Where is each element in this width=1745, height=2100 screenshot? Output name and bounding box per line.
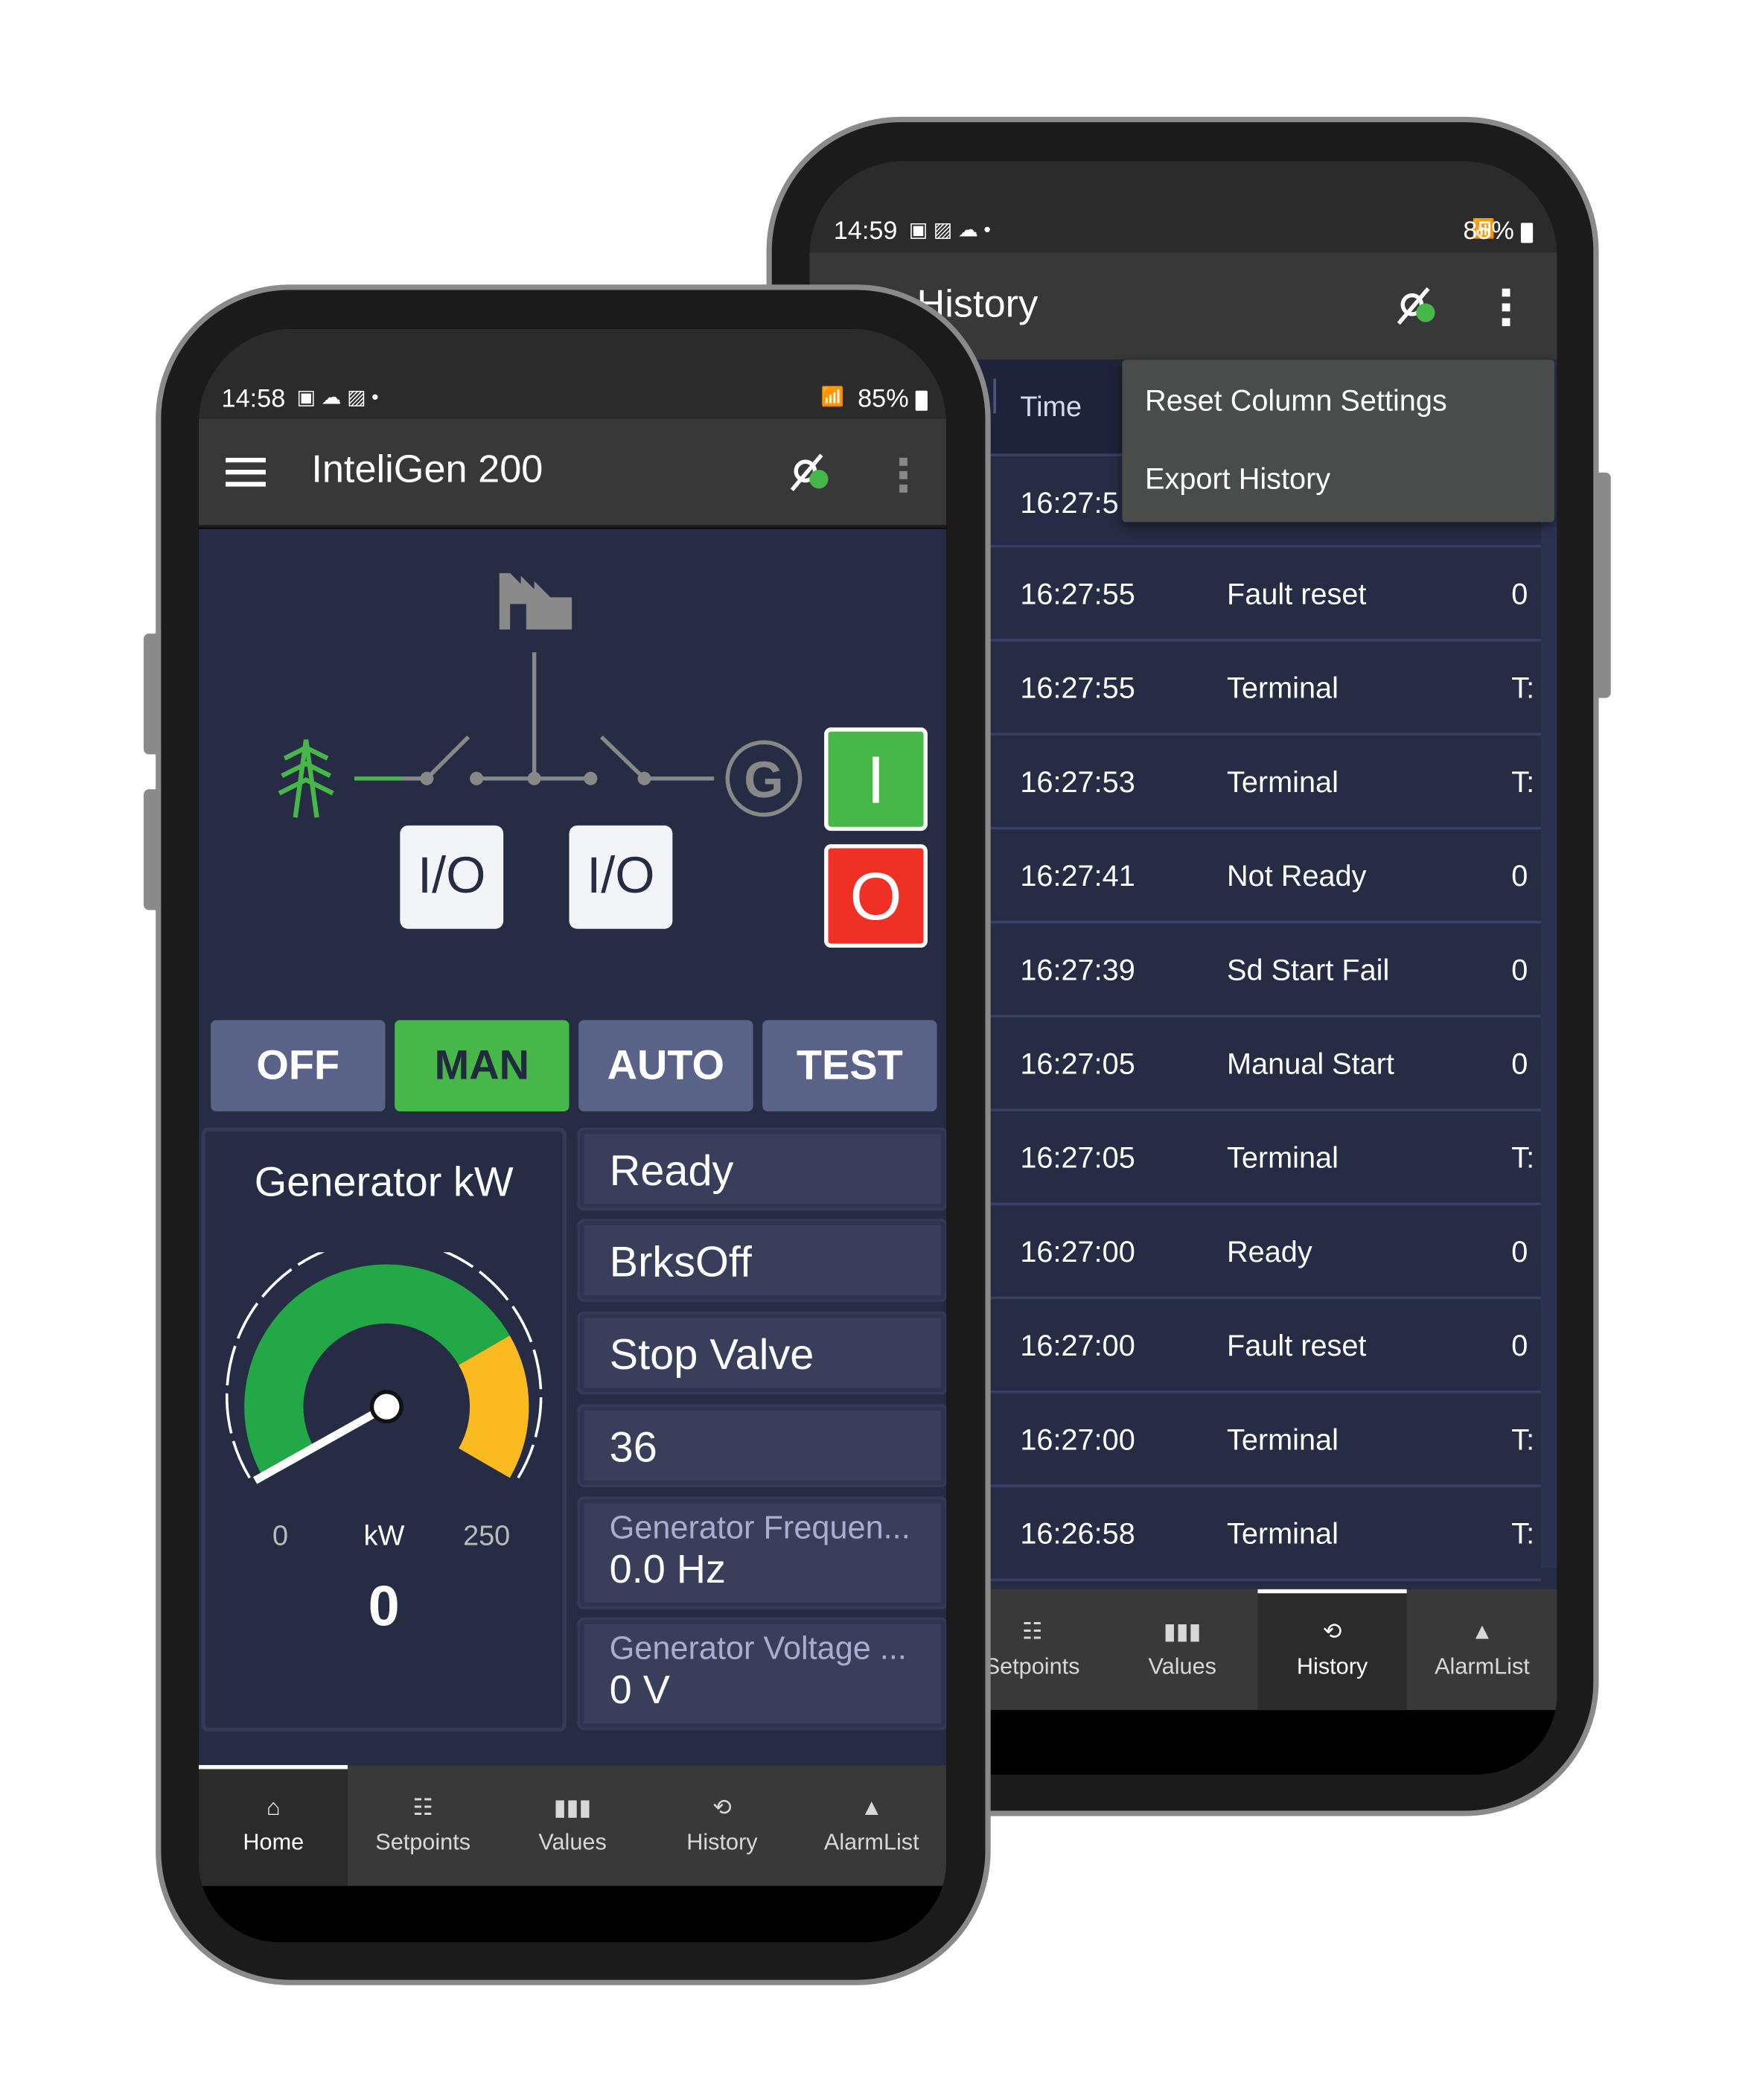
menu-item-reset-columns[interactable]: Reset Column Settings [1145, 384, 1447, 419]
values-icon: ▮▮▮ [553, 1794, 592, 1821]
tab-alarmlist[interactable]: ▲ AlarmList [1407, 1589, 1557, 1710]
cell-time: 16:27:05 [1020, 1140, 1135, 1175]
status-bar: 14:59 ▣ ▨ ☁ • 📶 85% [809, 161, 1557, 252]
cell-time: 16:27:00 [1020, 1234, 1135, 1268]
menu-item-export-history[interactable]: Export History [1145, 462, 1330, 497]
setpoints-icon: ☷ [412, 1794, 433, 1821]
tab-values[interactable]: ▮▮▮ Values [498, 1765, 648, 1886]
connection-status-icon[interactable] [1394, 286, 1439, 326]
cell-value: 0 [1511, 577, 1528, 611]
cell-time: 16:26:58 [1020, 1516, 1135, 1551]
gauge-min: 0 [272, 1520, 289, 1552]
cell-value: 0 [1511, 1047, 1528, 1081]
cell-time: 16:27:39 [1020, 953, 1135, 987]
cell-value: 0 [1511, 1234, 1528, 1268]
value-card-voltage: Generator Voltage ... 0 V [579, 1620, 945, 1728]
tab-setpoints[interactable]: ☷ Setpoints [348, 1765, 498, 1886]
mode-test-button[interactable]: TEST [762, 1020, 937, 1111]
tab-alarmlist[interactable]: ▲ AlarmList [797, 1765, 946, 1886]
kw-gauge [225, 1252, 543, 1484]
cell-event: Terminal [1227, 765, 1339, 799]
cell-time: 16:27:5 [1020, 485, 1119, 520]
tab-history[interactable]: ⟲ History [647, 1765, 797, 1886]
mode-auto-button[interactable]: AUTO [578, 1020, 753, 1111]
status-card-breakers: BrksOff [579, 1221, 945, 1300]
cell-time: 16:27:05 [1020, 1047, 1135, 1081]
status-card-ready: Ready [579, 1130, 945, 1208]
column-header-time[interactable]: Time [1020, 392, 1082, 424]
cell-time: 16:27:00 [1020, 1423, 1135, 1457]
mode-man-button[interactable]: MAN [395, 1020, 570, 1111]
cell-event: Not Ready [1227, 858, 1367, 893]
cell-value: T: [1511, 1516, 1535, 1551]
more-options-icon[interactable] [1496, 287, 1515, 328]
cell-event: Terminal [1227, 671, 1339, 705]
history-icon: ⟲ [1322, 1618, 1342, 1644]
cell-event: Fault reset [1227, 1329, 1367, 1363]
cell-time: 16:27:41 [1020, 858, 1135, 893]
cell-value: T: [1511, 1140, 1535, 1175]
cell-value: T: [1511, 1423, 1535, 1457]
setpoints-icon: ☷ [1021, 1618, 1043, 1644]
tab-values[interactable]: ▮▮▮ Values [1108, 1589, 1257, 1710]
value-card-frequency: Generator Frequen... 0.0 Hz [579, 1499, 945, 1607]
battery-icon [1520, 223, 1534, 243]
gauge-max: 250 [463, 1520, 511, 1552]
gauge-yellow-zone [458, 1335, 529, 1478]
home-icon: ⌂ [267, 1794, 281, 1821]
alarm-icon: ▲ [1470, 1618, 1494, 1644]
overflow-menu: Reset Column Settings Export History [1122, 360, 1554, 523]
mains-breaker-toggle-button[interactable]: I/O [400, 825, 504, 929]
mode-off-button[interactable]: OFF [211, 1020, 386, 1111]
notification-icons: ▣ ▨ ☁ • [908, 218, 991, 242]
cell-event: Terminal [1227, 1516, 1339, 1551]
cell-time: 16:27:00 [1020, 1329, 1135, 1363]
gauge-value: 0 [368, 1574, 400, 1638]
cell-event: Fault reset [1227, 577, 1367, 611]
status-time: 14:59 [833, 217, 898, 246]
battery-level: 85% [1463, 217, 1514, 246]
gauge-panel: Generator kW 0 kW 250 0 [201, 1127, 567, 1732]
cell-event: Manual Start [1227, 1047, 1394, 1081]
gauge-unit: kW [363, 1520, 405, 1552]
factory-load-icon [499, 572, 572, 630]
tab-home[interactable]: ⌂ Home [198, 1765, 349, 1886]
gauge-green-zone [244, 1264, 510, 1478]
generator-breaker-toggle-button[interactable]: I/O [569, 825, 673, 929]
front-bottom-nav: ⌂ Home ☷ Setpoints ▮▮▮ Values ⟲ History ▲ Ala… [198, 1765, 947, 1886]
history-icon: ⟲ [712, 1794, 732, 1821]
alarm-icon: ▲ [860, 1794, 883, 1821]
tab-history[interactable]: ⟲ History [1257, 1589, 1408, 1711]
cell-time: 16:27:55 [1020, 671, 1135, 705]
cell-event: Sd Start Fail [1227, 953, 1390, 987]
mains-breaker-switch [425, 735, 470, 780]
status-card-valve: Stop Valve [579, 1314, 945, 1392]
front-phone-screen: 14:58 ▣ ☁ ▨ • 📶 85% InteliGen 200 G I/O … [198, 328, 947, 1943]
cell-event: Terminal [1227, 1423, 1339, 1457]
cell-value: 0 [1511, 1329, 1528, 1363]
cell-value: 0 [1511, 953, 1528, 987]
cell-value: 0 [1511, 858, 1528, 893]
cell-time: 16:27:55 [1020, 577, 1135, 611]
cell-value: T: [1511, 671, 1535, 705]
cell-time: 16:27:53 [1020, 765, 1135, 799]
values-icon: ▮▮▮ [1163, 1618, 1202, 1644]
stop-button[interactable]: O [824, 844, 928, 948]
status-card-number: 36 [579, 1406, 945, 1485]
generator-breaker-switch [599, 735, 646, 780]
start-button[interactable]: I [824, 727, 928, 832]
generator-label: G [744, 751, 783, 808]
scrollbar[interactable] [1540, 360, 1557, 1568]
gauge-title: Generator kW [254, 1158, 514, 1206]
mains-tower-icon [278, 739, 334, 818]
cell-event: Ready [1227, 1234, 1312, 1268]
cell-value: T: [1511, 765, 1535, 799]
cell-event: Terminal [1227, 1140, 1339, 1175]
